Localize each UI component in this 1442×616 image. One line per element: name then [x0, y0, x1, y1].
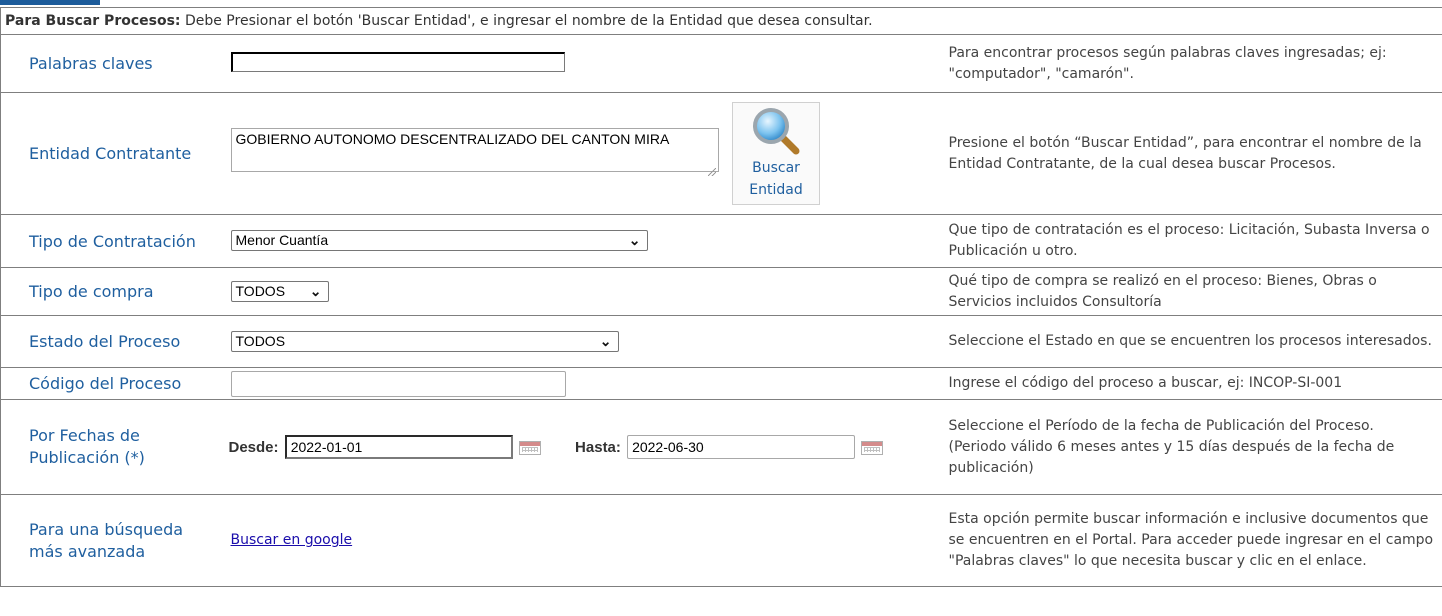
purchase-type-help: Qué tipo de compra se realizó en el proc… [948, 267, 1442, 316]
from-label: Desde: [228, 439, 279, 456]
google-search-link[interactable]: Buscar en google [231, 532, 353, 548]
process-state-row: Estado del Proceso TODOS ⌄ Seleccione el… [0, 315, 1442, 368]
keywords-control [228, 34, 949, 93]
purchase-type-label: Tipo de compra [0, 267, 229, 316]
resize-handle-icon[interactable] [707, 168, 716, 176]
contract-type-help: Que tipo de contratación es el proceso: … [948, 214, 1442, 268]
purchase-type-row: Tipo de compra TODOS ⌄ Qué tipo de compr… [0, 267, 1442, 316]
chevron-down-icon: ⌄ [599, 332, 612, 349]
contract-type-control: Menor Cuantía ⌄ [228, 214, 949, 268]
dates-help-line1: Seleccione el Período de la fecha de Pub… [948, 417, 1374, 434]
search-form-table: Para Buscar Procesos: Debe Presionar el … [0, 7, 1442, 587]
entity-row: Entidad Contratante GOBIERNO AUTONOMO DE… [0, 92, 1442, 215]
to-date-input[interactable] [627, 435, 856, 459]
instruction-text: Para Buscar Procesos: Debe Presionar el … [0, 7, 1442, 35]
process-code-control [228, 367, 949, 400]
calendar-icon[interactable] [518, 441, 541, 456]
entity-textarea[interactable]: GOBIERNO AUTONOMO DESCENTRALIZADO DEL CA… [230, 128, 719, 172]
calendar-icon[interactable] [861, 441, 884, 456]
contract-type-label: Tipo de Contratación [0, 214, 229, 268]
dates-help: Seleccione el Período de la fecha de Pub… [948, 399, 1442, 495]
entity-control: GOBIERNO AUTONOMO DESCENTRALIZADO DEL CA… [228, 92, 949, 215]
header-title-fragment [0, 0, 100, 5]
advanced-label: Para una búsqueda más avanzada [0, 494, 229, 587]
process-state-select[interactable]: TODOS ⌄ [230, 330, 619, 352]
from-date-input[interactable] [284, 435, 513, 459]
process-state-selected: TODOS [235, 332, 286, 349]
entity-label: Entidad Contratante [0, 92, 229, 215]
advanced-control: Buscar en google [228, 494, 949, 587]
process-code-help: Ingrese el código del proceso a buscar, … [948, 367, 1442, 400]
purchase-type-selected: TODOS [235, 282, 286, 299]
instruction-body: Debe Presionar el botón 'Buscar Entidad'… [180, 12, 873, 29]
contract-type-selected: Menor Cuantía [235, 232, 329, 248]
process-state-control: TODOS ⌄ [228, 315, 949, 368]
entity-textarea-wrap: GOBIERNO AUTONOMO DESCENTRALIZADO DEL CA… [230, 128, 719, 179]
keywords-help: Para encontrar procesos según palabras c… [948, 34, 1442, 93]
advanced-label-line2: más avanzada [29, 541, 146, 561]
dates-help-line2: (Periodo válido 6 meses antes y 15 días … [948, 438, 1395, 476]
contract-type-row: Tipo de Contratación Menor Cuantía ⌄ Que… [0, 214, 1442, 268]
dates-row: Por Fechas de Publicación (*) Desde: Has… [0, 399, 1442, 495]
process-code-input[interactable] [230, 370, 566, 397]
advanced-label-line1: Para una búsqueda [29, 519, 184, 539]
dates-label-line2: Publicación (*) [29, 448, 145, 467]
process-state-help: Seleccione el Estado en que se encuentre… [948, 315, 1442, 368]
dates-label-line1: Por Fechas de [29, 426, 140, 445]
purchase-type-select[interactable]: TODOS ⌄ [230, 280, 329, 302]
keywords-row: Palabras claves Para encontrar procesos … [0, 34, 1442, 93]
to-label: Hasta: [575, 439, 621, 456]
process-code-label: Código del Proceso [0, 367, 229, 400]
instruction-row: Para Buscar Procesos: Debe Presionar el … [0, 7, 1442, 35]
chevron-down-icon: ⌄ [628, 232, 641, 248]
search-entity-button[interactable]: Buscar Entidad [732, 102, 820, 205]
dates-control: Desde: Hasta: [228, 399, 949, 495]
process-state-label: Estado del Proceso [0, 315, 229, 368]
chevron-down-icon: ⌄ [309, 282, 322, 299]
advanced-row: Para una búsqueda más avanzada Buscar en… [0, 494, 1442, 587]
entity-help: Presione el botón “Buscar Entidad”, para… [948, 92, 1442, 215]
magnifier-icon [753, 108, 800, 155]
header-strip [0, 0, 1442, 7]
advanced-help: Esta opción permite buscar información e… [948, 494, 1442, 587]
process-code-row: Código del Proceso Ingrese el código del… [0, 367, 1442, 400]
keywords-input[interactable] [230, 52, 565, 73]
search-entity-label-line1: Buscar [752, 160, 800, 176]
instruction-prefix: Para Buscar Procesos: [5, 12, 181, 29]
dates-label: Por Fechas de Publicación (*) [0, 399, 229, 495]
contract-type-select[interactable]: Menor Cuantía ⌄ [230, 230, 648, 251]
purchase-type-control: TODOS ⌄ [228, 267, 949, 316]
keywords-label: Palabras claves [0, 34, 229, 93]
search-entity-label-line2: Entidad [749, 182, 803, 198]
